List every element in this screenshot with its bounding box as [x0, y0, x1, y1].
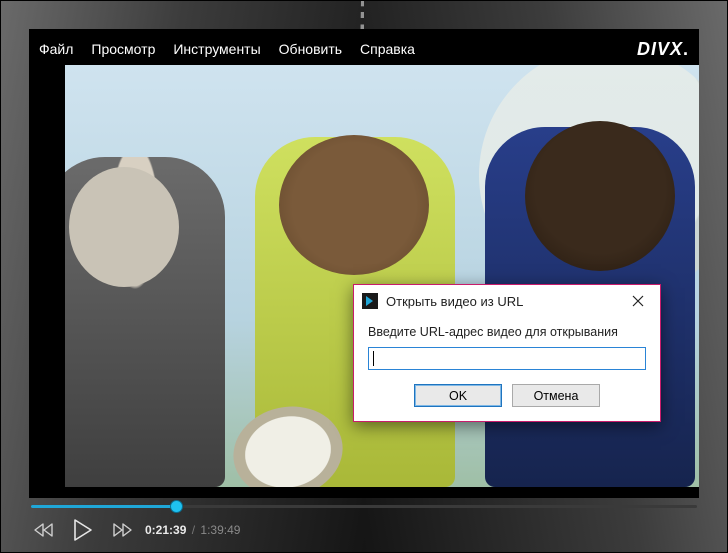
seek-played	[31, 505, 176, 508]
dialog-title: Открыть видео из URL	[386, 294, 523, 309]
menu-help[interactable]: Справка	[360, 41, 415, 57]
time-display: 0:21:39 / 1:39:49	[145, 523, 240, 537]
menu-tools[interactable]: Инструменты	[173, 41, 260, 57]
dialog-titlebar[interactable]: Открыть видео из URL	[354, 285, 660, 317]
divx-player-window: Файл Просмотр Инструменты Обновить Справ…	[0, 0, 728, 553]
url-input[interactable]	[368, 347, 646, 370]
time-current: 0:21:39	[145, 523, 186, 537]
menu-view[interactable]: Просмотр	[91, 41, 155, 57]
dialog-prompt: Введите URL-адрес видео для открывания	[368, 325, 646, 339]
video-letterbox: Файл Просмотр Инструменты Обновить Справ…	[29, 29, 699, 498]
forward-button[interactable]	[109, 517, 135, 543]
play-button[interactable]	[67, 514, 99, 546]
brand-logo: DIVX.	[637, 39, 689, 60]
ok-button[interactable]: OK	[414, 384, 502, 407]
time-total: 1:39:49	[200, 523, 240, 537]
open-url-dialog: Открыть видео из URL Введите URL-адрес в…	[353, 284, 661, 422]
app-icon	[362, 293, 378, 309]
menu-update[interactable]: Обновить	[279, 41, 342, 57]
close-icon	[632, 295, 644, 307]
seek-thumb[interactable]	[170, 500, 183, 513]
dialog-buttons: OK Отмена	[368, 384, 646, 407]
text-caret	[373, 351, 374, 366]
url-input-wrap	[368, 347, 646, 370]
seek-bar[interactable]	[31, 500, 697, 512]
playback-controls: 0:21:39 / 1:39:49	[31, 516, 697, 544]
cancel-button[interactable]: Отмена	[512, 384, 600, 407]
menu-bar: Файл Просмотр Инструменты Обновить Справ…	[39, 35, 689, 63]
menu-file[interactable]: Файл	[39, 41, 73, 57]
dialog-body: Введите URL-адрес видео для открывания O…	[354, 317, 660, 421]
close-button[interactable]	[624, 291, 652, 311]
video-content	[65, 157, 225, 487]
rewind-button[interactable]	[31, 517, 57, 543]
video-frame[interactable]	[65, 65, 699, 487]
